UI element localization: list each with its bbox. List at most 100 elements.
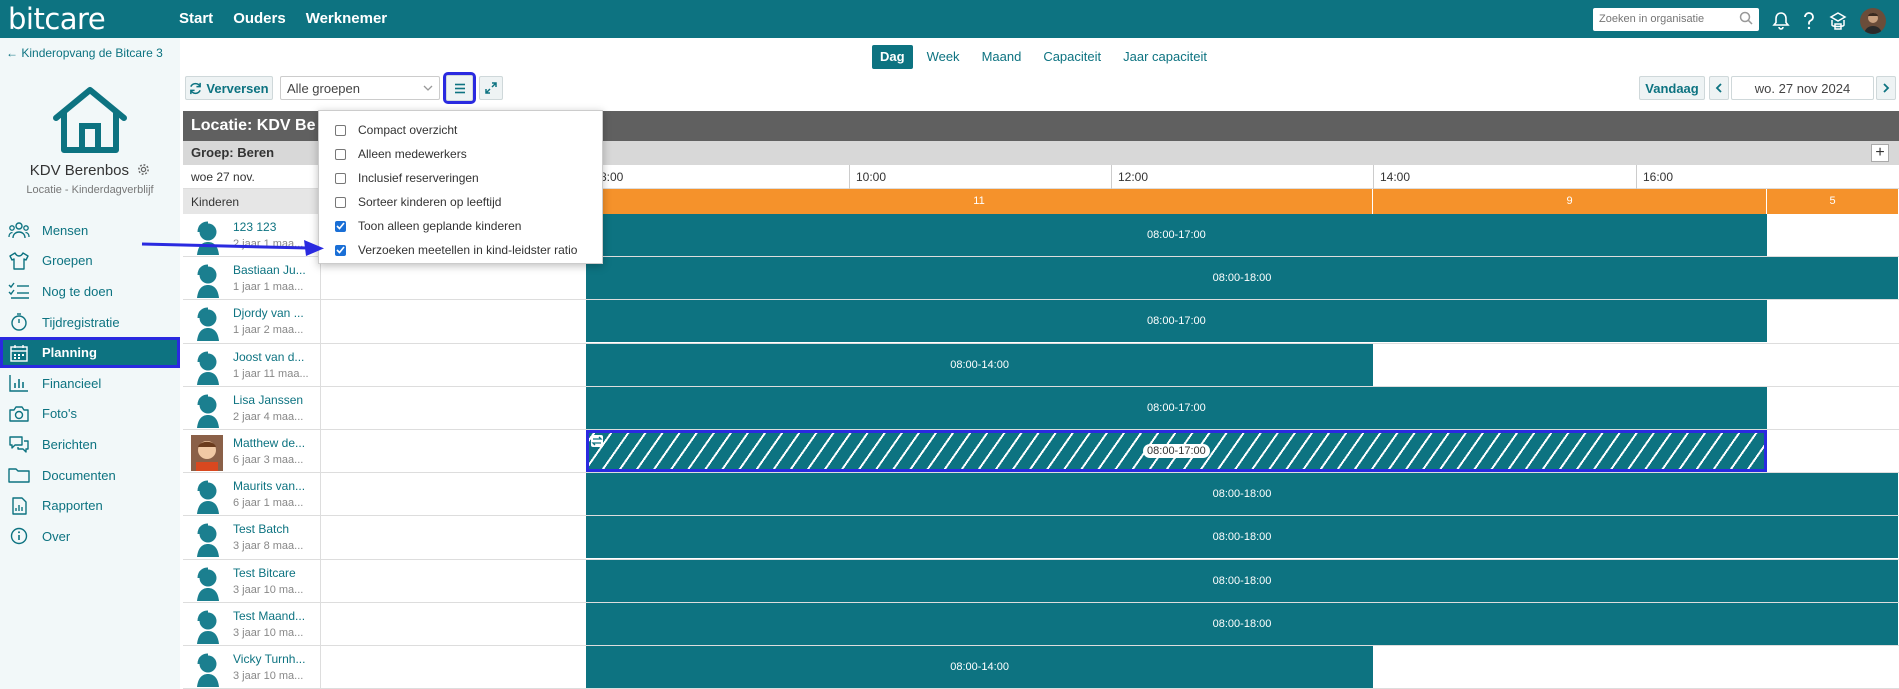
search-icon[interactable] [1739,11,1753,25]
child-name[interactable]: Test Bitcare [233,566,317,580]
option-inclusief-reserveringen[interactable]: Inclusief reserveringen [319,166,602,190]
gear-icon[interactable] [137,163,150,176]
sidebar-item-rapporten[interactable]: Rapporten [0,490,180,521]
sidebar-item-berichten[interactable]: Berichten [0,429,180,460]
sidebar-item-fotos[interactable]: Foto's [0,399,180,430]
time-range: 08:00-17:00 [1147,401,1206,414]
table-row: Test Batch 3 jaar 8 maa... 08:00-18:00 [183,516,1899,560]
date-short: woe 27 nov. [191,170,255,184]
next-day-button[interactable] [1876,76,1896,100]
organization-icon[interactable] [1828,11,1848,31]
planning-block[interactable]: 08:00-18:00 [586,516,1898,559]
planning-block[interactable]: 08:00-18:00 [586,257,1898,300]
planning-block[interactable]: 08:00-18:00 [586,559,1898,602]
child-avatar-icon [197,480,219,515]
planning-block[interactable]: 08:00-18:00 [586,473,1898,516]
option-compact-overzicht[interactable]: Compact overzicht [319,118,602,142]
child-cell[interactable]: Test Maand... 3 jaar 10 ma... [183,602,321,646]
bitcare-logo[interactable]: bitcare [8,2,106,36]
sidebar-item-tijdregistratie[interactable]: Tijdregistratie [0,307,180,338]
child-cell[interactable]: Test Batch 3 jaar 8 maa... [183,516,321,560]
sidebar-item-planning[interactable]: Planning [0,337,180,368]
checkbox-checked[interactable] [335,220,346,232]
checkbox[interactable] [335,124,346,136]
table-row: Djordy van ... 1 jaar 2 maa... 08:00-17:00 [183,300,1899,344]
today-button[interactable]: Vandaag [1639,76,1705,100]
tab-week[interactable]: Week [919,45,968,69]
child-cell[interactable]: Maurits van... 6 jaar 1 maa... [183,473,321,517]
checkbox[interactable] [335,172,346,184]
child-age: 6 jaar 1 maa... [233,497,304,510]
tab-capaciteit[interactable]: Capaciteit [1035,45,1109,69]
planning-block[interactable]: 08:00-17:00 [586,386,1767,429]
planning-block[interactable]: 08:00-18:00 [586,602,1898,645]
planning-block[interactable]: 08:00-14:00 [586,646,1374,688]
child-age: 3 jaar 10 ma... [233,626,304,639]
child-name[interactable]: Maurits van... [233,479,317,493]
request-block[interactable]: 08:00-17:00 [586,430,1767,472]
child-name[interactable]: 123 123 [233,220,317,234]
back-link[interactable]: ← Kinderopvang de Bitcare 3 [6,46,163,60]
child-cell[interactable]: Vicky Turnh... 3 jaar 10 ma... [183,646,321,689]
child-name[interactable]: Bastiaan Ju... [233,263,317,277]
table-row: Test Bitcare 3 jaar 10 ma... 08:00-18:00 [183,559,1899,603]
nav-start[interactable]: Start [179,10,213,27]
child-name[interactable]: Test Batch [233,522,317,536]
child-age: 3 jaar 10 ma... [233,583,304,596]
option-sorteer-op-leeftijd[interactable]: Sorteer kinderen op leeftijd [319,190,602,214]
tab-jaar-capaciteit[interactable]: Jaar capaciteit [1115,45,1215,69]
option-verzoeken-meetellen[interactable]: Verzoeken meetellen in kind-leidster rat… [319,238,602,262]
sidebar-item-over[interactable]: Over [0,521,180,552]
child-cell[interactable]: Joost van d... 1 jaar 11 maa... [183,343,321,387]
child-name[interactable]: Lisa Janssen [233,393,317,407]
child-avatar-icon [197,567,219,601]
bell-icon[interactable] [1772,11,1790,31]
option-label: Alleen medewerkers [358,147,467,161]
tab-maand[interactable]: Maand [974,45,1030,69]
child-age: 2 jaar 4 maa... [233,410,304,423]
child-name[interactable]: Joost van d... [233,350,317,364]
sidebar-item-documenten[interactable]: Documenten [0,460,180,491]
top-nav: Start Ouders Werknemer [179,10,387,27]
child-age: 3 jaar 8 maa... [233,540,304,553]
child-cell[interactable]: Test Bitcare 3 jaar 10 ma... [183,559,321,603]
table-row: Test Maand... 3 jaar 10 ma... 08:00-18:00 [183,602,1899,646]
help-icon[interactable] [1802,11,1816,31]
arrow-left-icon: ← [6,46,18,60]
child-avatar-icon [197,307,219,342]
view-tabs: Dag Week Maand Capaciteit Jaar capacitei… [872,45,1215,69]
nav-werknemer[interactable]: Werknemer [306,10,387,27]
nav-ouders[interactable]: Ouders [233,10,286,27]
checkbox[interactable] [335,148,346,160]
tab-dag[interactable]: Dag [872,45,913,69]
sidebar-item-nog-te-doen[interactable]: Nog te doen [0,276,180,307]
child-name[interactable]: Matthew de... [233,436,317,450]
group-select[interactable]: Alle groepen [280,76,440,100]
house-icon [53,87,127,153]
options-menu-button[interactable] [443,72,476,104]
option-toon-geplande-kinderen[interactable]: Toon alleen geplande kinderen [319,214,602,238]
checkbox[interactable] [335,196,346,208]
child-cell[interactable]: Lisa Janssen 2 jaar 4 maa... [183,386,321,430]
option-alleen-medewerkers[interactable]: Alleen medewerkers [319,142,602,166]
checkbox-checked[interactable] [335,244,346,256]
child-cell[interactable]: Matthew de... 6 jaar 3 maa... [183,430,321,473]
sidebar-item-financieel[interactable]: Financieel [0,368,180,399]
sidebar-item-label: Financieel [42,375,102,391]
expand-button[interactable] [479,76,503,100]
child-cell[interactable]: Bastiaan Ju... 1 jaar 1 maa... [183,257,321,301]
prev-day-button[interactable] [1709,76,1729,100]
child-cell[interactable]: Djordy van ... 1 jaar 2 maa... [183,300,321,344]
date-display[interactable]: wo. 27 nov 2024 [1731,76,1874,100]
refresh-button[interactable]: Verversen [185,76,273,100]
planning-block[interactable]: 08:00-17:00 [586,214,1767,256]
add-button[interactable]: + [1871,144,1889,162]
search-input[interactable] [1599,8,1739,29]
child-name[interactable]: Test Maand... [233,609,317,623]
child-name[interactable]: Vicky Turnh... [233,652,317,666]
user-avatar[interactable] [1860,8,1886,34]
child-name[interactable]: Djordy van ... [233,306,317,320]
planning-block[interactable]: 08:00-14:00 [586,343,1374,386]
planning-block[interactable]: 08:00-17:00 [586,300,1767,343]
option-label: Toon alleen geplande kinderen [358,219,522,233]
